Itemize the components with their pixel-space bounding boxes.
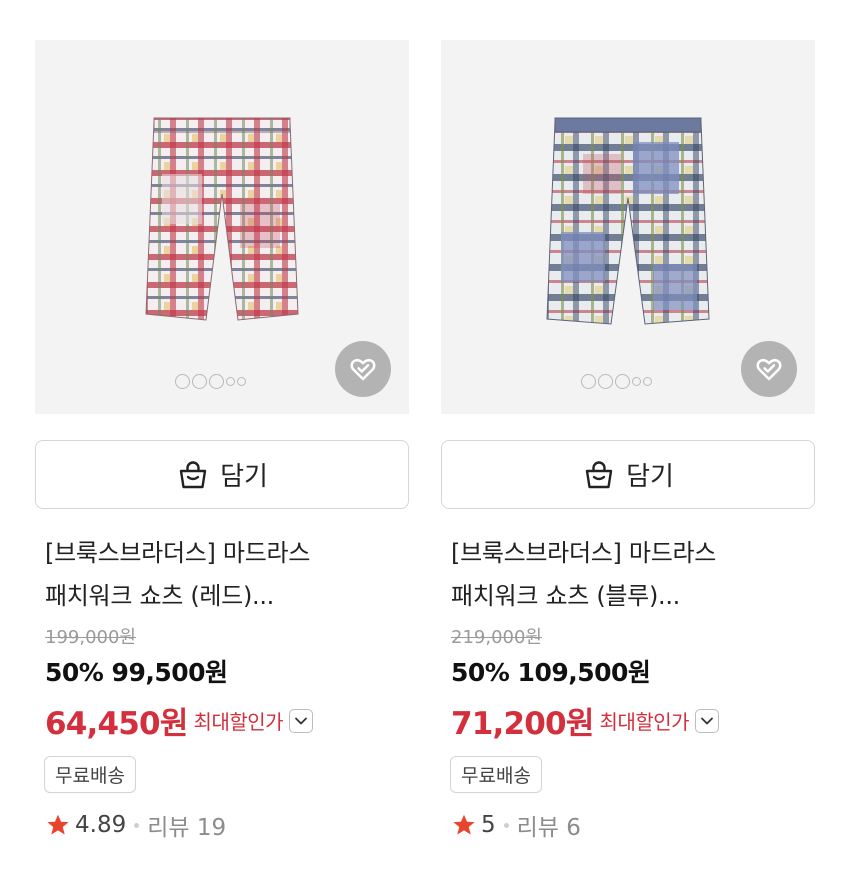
add-to-cart-button[interactable]: 담기 bbox=[441, 440, 815, 509]
rating-row: 4.89 리뷰 19 bbox=[45, 808, 226, 842]
free-shipping-badge: 무료배송 bbox=[450, 756, 542, 793]
page-dot[interactable] bbox=[643, 377, 652, 386]
page-dot[interactable] bbox=[632, 377, 641, 386]
product-title[interactable]: [브룩스브라더스] 마드라스 패치워크 쇼츠 (블루)... bbox=[451, 532, 811, 618]
wishlist-button[interactable] bbox=[741, 341, 797, 397]
plaid-shorts-red-image bbox=[145, 117, 299, 321]
page-dot[interactable] bbox=[226, 377, 235, 386]
separator-dot bbox=[503, 822, 509, 828]
original-price: 219,000원 bbox=[451, 627, 542, 648]
product-title-line: [브룩스브라더스] 마드라스 bbox=[45, 539, 311, 567]
star-icon bbox=[453, 814, 475, 835]
plaid-shorts-blue-image bbox=[546, 117, 710, 325]
max-discount-label: 최대할인가 bbox=[193, 710, 284, 734]
page-dot[interactable] bbox=[237, 377, 246, 386]
page-dot[interactable] bbox=[192, 374, 207, 389]
star-icon bbox=[47, 814, 69, 835]
page-dot[interactable] bbox=[209, 374, 224, 389]
product-title[interactable]: [브룩스브라더스] 마드라스 패치워크 쇼츠 (레드)... bbox=[45, 532, 405, 618]
discount-price: 50% 109,500원 bbox=[451, 658, 651, 687]
rating-score: 4.89 bbox=[75, 812, 127, 838]
max-discount-toggle[interactable] bbox=[695, 708, 720, 733]
max-discount-row: 71,200원 최대할인가 bbox=[451, 698, 720, 743]
max-discount-toggle[interactable] bbox=[289, 708, 314, 733]
page-dot[interactable] bbox=[175, 374, 190, 389]
chevron-down-icon bbox=[701, 717, 713, 724]
product-card[interactable]: 담기 [브룩스브라더스] 마드라스 패치워크 쇼츠 (블루)... 219,00… bbox=[441, 40, 815, 841]
rating-score: 5 bbox=[481, 812, 496, 838]
original-price: 199,000원 bbox=[45, 627, 136, 648]
max-discount-price: 71,200원 bbox=[451, 706, 594, 742]
review-count[interactable]: 리뷰 19 bbox=[147, 808, 226, 842]
free-shipping-badge: 무료배송 bbox=[44, 756, 136, 793]
max-discount-price: 64,450원 bbox=[45, 706, 188, 742]
shopping-bag-icon bbox=[585, 460, 613, 488]
heart-check-icon bbox=[756, 358, 782, 381]
add-to-cart-button[interactable]: 담기 bbox=[35, 440, 409, 509]
page-dot[interactable] bbox=[598, 374, 613, 389]
product-card[interactable]: 담기 [브룩스브라더스] 마드라스 패치워크 쇼츠 (레드)... 199,00… bbox=[35, 40, 409, 841]
heart-check-icon bbox=[350, 358, 376, 381]
cart-button-label: 담기 bbox=[626, 462, 674, 492]
shopping-bag-icon bbox=[179, 460, 207, 488]
wishlist-button[interactable] bbox=[335, 341, 391, 397]
separator-dot bbox=[134, 822, 140, 828]
product-image[interactable] bbox=[35, 40, 409, 414]
product-title-line: [브룩스브라더스] 마드라스 bbox=[451, 539, 717, 567]
chevron-down-icon bbox=[295, 717, 307, 724]
image-pagination bbox=[581, 374, 652, 389]
discount-price: 50% 99,500원 bbox=[45, 658, 228, 687]
product-title-line: 패치워크 쇼츠 (블루)... bbox=[451, 582, 681, 610]
max-discount-row: 64,450원 최대할인가 bbox=[45, 698, 314, 743]
product-image[interactable] bbox=[441, 40, 815, 414]
image-pagination bbox=[175, 374, 246, 389]
max-discount-label: 최대할인가 bbox=[599, 710, 690, 734]
page-dot[interactable] bbox=[615, 374, 630, 389]
rating-row: 5 리뷰 6 bbox=[451, 808, 581, 842]
page-dot[interactable] bbox=[581, 374, 596, 389]
cart-button-label: 담기 bbox=[220, 462, 268, 492]
product-title-line: 패치워크 쇼츠 (레드)... bbox=[45, 582, 275, 610]
review-count[interactable]: 리뷰 6 bbox=[517, 808, 581, 842]
